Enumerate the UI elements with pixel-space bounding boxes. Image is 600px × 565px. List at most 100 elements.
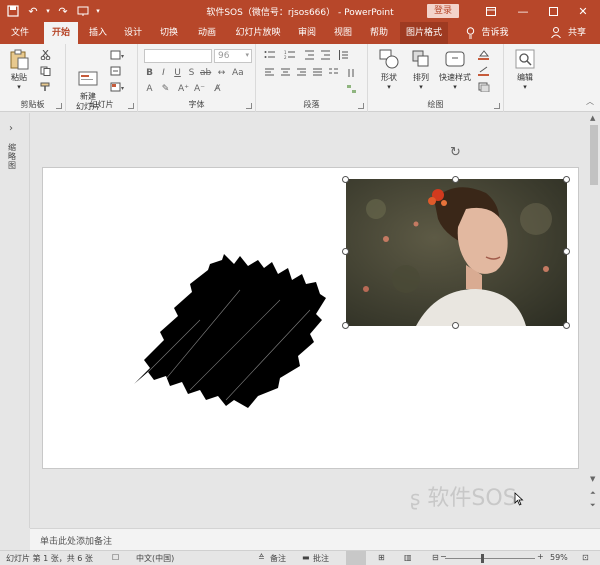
cut-icon[interactable] [40, 49, 51, 61]
line-spacing-icon[interactable] [338, 50, 349, 60]
brush-stroke-shape[interactable] [130, 250, 330, 410]
scroll-up-icon[interactable]: ▲ [590, 114, 595, 122]
rotate-handle-icon[interactable]: ↻ [450, 146, 464, 160]
layout-icon[interactable]: ▾ [110, 50, 124, 60]
tell-me-search[interactable]: 告诉我 [478, 22, 512, 44]
zoom-slider[interactable] [445, 558, 535, 559]
clear-format-icon[interactable]: A̸ [212, 84, 223, 94]
start-from-beginning-icon[interactable] [74, 2, 92, 20]
justify-icon[interactable] [312, 68, 323, 77]
collapse-ribbon-icon[interactable]: ︿ [586, 96, 594, 107]
reset-icon[interactable] [110, 66, 121, 76]
tab-slideshow[interactable]: 幻灯片放映 [230, 22, 286, 44]
language-indicator[interactable]: 中文(中国) [136, 553, 174, 564]
resize-handle-tr[interactable] [563, 176, 570, 183]
slides-launcher-icon[interactable] [128, 103, 134, 109]
align-right-icon[interactable] [296, 68, 307, 77]
shape-effects-icon[interactable] [478, 82, 490, 93]
increase-indent-icon[interactable] [320, 50, 331, 60]
underline-icon[interactable]: U [172, 68, 183, 78]
paragraph-launcher-icon[interactable] [358, 103, 364, 109]
reading-view-icon[interactable]: ▥ [404, 553, 412, 562]
tab-home[interactable]: 开始 [44, 22, 78, 44]
text-direction-icon[interactable] [346, 68, 357, 77]
dropdown-icon[interactable]: ▾ [44, 2, 52, 20]
align-center-icon[interactable] [280, 68, 291, 77]
resize-handle-b[interactable] [452, 322, 459, 329]
clipboard-launcher-icon[interactable] [56, 103, 62, 109]
smartart-icon[interactable] [346, 84, 357, 93]
font-size-input[interactable]: 96 ▾ [214, 49, 252, 63]
tab-file[interactable]: 文件 [6, 22, 34, 44]
tab-picture-format[interactable]: 图片格式 [400, 22, 448, 44]
paste-button[interactable]: 粘贴 ▾ [4, 48, 34, 91]
decrease-indent-icon[interactable] [304, 50, 315, 60]
bullets-icon[interactable] [264, 50, 275, 59]
arrange-button[interactable]: 排列 ▾ [406, 48, 436, 91]
shadow-icon[interactable]: S [186, 68, 197, 78]
previous-slide-icon[interactable]: ⏶ [590, 489, 596, 498]
scroll-down-icon[interactable]: ▼ [590, 475, 595, 483]
bold-icon[interactable]: B [144, 68, 155, 78]
shape-fill-icon[interactable] [478, 50, 490, 60]
resize-handle-br[interactable] [563, 322, 570, 329]
quick-styles-button[interactable]: 快速样式 ▾ [436, 48, 474, 91]
scroll-thumb[interactable] [590, 125, 598, 185]
comments-toggle[interactable]: 批注 [313, 553, 329, 564]
fit-slide-icon[interactable]: ⊡ [582, 553, 589, 562]
decrease-font-icon[interactable]: A⁻ [194, 84, 205, 94]
undo-icon[interactable]: ↶ [24, 2, 42, 20]
notes-toggle-icon[interactable]: ≙ [258, 553, 265, 562]
change-case-icon[interactable]: Aa [232, 68, 244, 78]
selected-photo[interactable] [346, 179, 567, 326]
vertical-scrollbar[interactable]: ▲ ▼ ⏶ ⏷ [588, 113, 600, 528]
slideshow-view-icon[interactable]: ⊟ [432, 553, 439, 562]
resize-handle-l[interactable] [342, 248, 349, 255]
close-icon[interactable]: ✕ [568, 0, 598, 22]
accessibility-icon[interactable]: ☐ [112, 553, 119, 562]
format-painter-icon[interactable] [40, 82, 51, 91]
zoom-slider-knob[interactable] [481, 554, 484, 563]
expand-pane-icon[interactable]: › [9, 123, 13, 134]
share-button[interactable]: 共享 [562, 22, 592, 44]
minimize-icon[interactable]: — [508, 0, 538, 22]
tab-review[interactable]: 审阅 [292, 22, 322, 44]
customize-qat-icon[interactable]: ▾ [94, 2, 102, 20]
save-icon[interactable] [4, 2, 22, 20]
resize-handle-bl[interactable] [342, 322, 349, 329]
numbering-icon[interactable]: 12 [284, 50, 295, 60]
next-slide-icon[interactable]: ⏷ [590, 501, 596, 510]
strikethrough-icon[interactable]: ab [200, 68, 211, 78]
font-name-input[interactable] [144, 49, 212, 63]
align-left-icon[interactable] [264, 68, 275, 77]
char-spacing-icon[interactable]: ↔ [216, 68, 227, 78]
shapes-button[interactable]: 形状 ▾ [374, 48, 404, 91]
tab-view[interactable]: 视图 [328, 22, 358, 44]
ribbon-display-options-icon[interactable] [476, 0, 506, 22]
columns-icon[interactable] [328, 68, 339, 77]
tab-animations[interactable]: 动画 [190, 22, 224, 44]
tab-transitions[interactable]: 切换 [154, 22, 184, 44]
highlight-icon[interactable]: ✎ [160, 84, 171, 94]
tab-insert[interactable]: 插入 [84, 22, 112, 44]
resize-handle-tl[interactable] [342, 176, 349, 183]
restore-icon[interactable] [538, 0, 568, 22]
resize-handle-r[interactable] [563, 248, 570, 255]
shape-outline-icon[interactable] [478, 66, 489, 76]
editing-button[interactable]: 编辑 ▾ [508, 48, 542, 91]
normal-view-icon[interactable] [346, 551, 366, 565]
zoom-out-icon[interactable]: − [440, 552, 447, 561]
slide-sorter-icon[interactable]: ⊞ [378, 553, 385, 562]
copy-icon[interactable] [40, 66, 51, 76]
resize-handle-t[interactable] [452, 176, 459, 183]
zoom-level[interactable]: 59% [550, 553, 568, 562]
italic-icon[interactable]: I [158, 68, 169, 78]
font-color-icon[interactable]: A [144, 84, 155, 94]
font-launcher-icon[interactable] [246, 103, 252, 109]
comments-icon[interactable]: ▬ [302, 553, 310, 562]
section-icon[interactable]: ▾ [110, 82, 124, 92]
redo-icon[interactable]: ↷ [54, 2, 72, 20]
login-button[interactable]: 登录 [427, 4, 459, 18]
zoom-in-icon[interactable]: + [537, 552, 544, 561]
tab-design[interactable]: 设计 [118, 22, 148, 44]
